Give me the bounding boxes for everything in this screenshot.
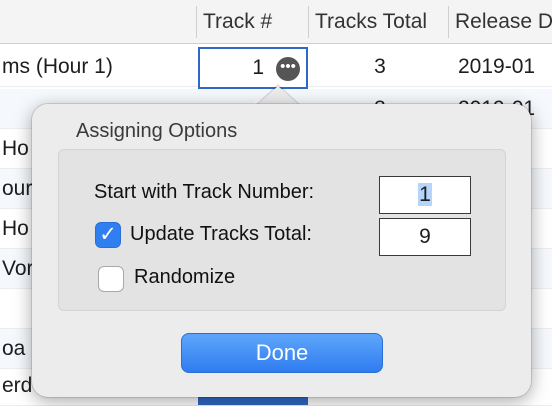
options-group-box: Start with Track Number: 1 ✓ Update Trac… xyxy=(58,149,506,311)
column-divider xyxy=(448,6,449,38)
update-tracks-total-label: Update Tracks Total: xyxy=(130,223,312,245)
checkmark-icon: ✓ xyxy=(99,223,117,246)
start-track-value: 1 xyxy=(418,183,432,206)
done-button[interactable]: Done xyxy=(181,333,383,373)
table-header: Track # Tracks Total Release D xyxy=(0,0,552,44)
popover-arrow xyxy=(256,86,300,106)
column-header-track-number[interactable]: Track # xyxy=(198,0,308,44)
popover-title: Assigning Options xyxy=(76,120,238,142)
column-header-release-date[interactable]: Release D xyxy=(450,0,552,44)
track-name-cell: ms (Hour 1) xyxy=(2,55,113,78)
start-track-number-input[interactable]: 1 xyxy=(379,176,471,214)
tracks-total-value: 9 xyxy=(419,225,431,248)
tracks-total-cell: 3 xyxy=(374,55,386,78)
randomize-checkbox[interactable] xyxy=(98,266,124,292)
ellipsis-icon[interactable]: ••• xyxy=(276,57,300,81)
column-header-name[interactable] xyxy=(0,0,196,44)
release-date-cell: 2019-01 xyxy=(458,55,536,78)
column-divider xyxy=(308,6,309,38)
update-tracks-total-checkbox[interactable]: ✓ xyxy=(95,222,121,248)
column-divider xyxy=(196,6,197,38)
track-number-editor[interactable]: 1 ••• xyxy=(198,47,308,89)
track-number-value: 1 xyxy=(252,56,264,79)
tracks-total-input[interactable]: 9 xyxy=(379,218,471,256)
randomize-label: Randomize xyxy=(134,266,236,288)
column-header-tracks-total[interactable]: Tracks Total xyxy=(310,0,448,44)
assigning-options-popover: Assigning Options Start with Track Numbe… xyxy=(32,104,531,397)
start-track-label: Start with Track Number: xyxy=(94,181,315,203)
